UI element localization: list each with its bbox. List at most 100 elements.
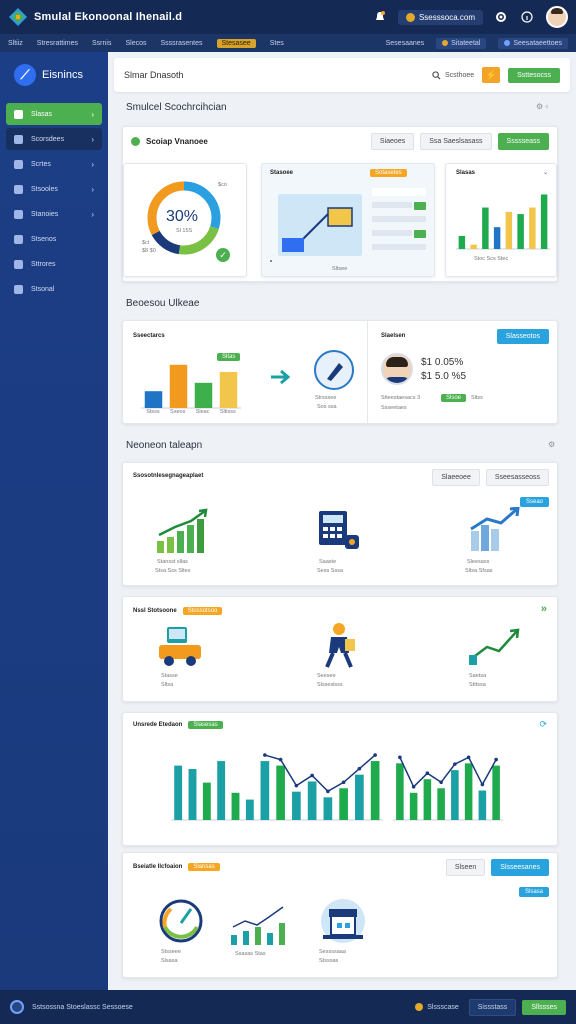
bar <box>478 790 487 820</box>
home-icon <box>14 109 23 119</box>
trend-point <box>326 789 330 794</box>
search-box[interactable]: Scsthoee <box>432 70 474 80</box>
chart-icon <box>14 159 23 169</box>
bar <box>307 781 317 820</box>
illustration-row <box>372 188 426 196</box>
insight-card: Bseiatle Ilcfoaion Slansas Slseen Slssee… <box>122 852 558 978</box>
item-title: Sessssaaa <box>319 949 346 955</box>
bar <box>202 782 211 820</box>
trend-point <box>357 766 362 771</box>
widget-title: Slasas <box>456 170 476 176</box>
stat-line: $1 0.05% <box>421 357 464 368</box>
user-pill[interactable]: Ssesssoca.com <box>397 9 483 25</box>
status-icon <box>131 137 140 146</box>
range-button[interactable]: Sseesasseoss <box>485 469 549 486</box>
header-action-button[interactable]: Ssttesocss <box>508 67 560 83</box>
info-icon[interactable] <box>519 9 535 25</box>
section-title: Neoneon taleapn <box>126 440 203 451</box>
sidebar-item[interactable]: Scorsdees › <box>6 128 102 150</box>
item-sub: Sess Sssa <box>317 568 343 574</box>
menu-item[interactable]: Slecos <box>125 40 146 47</box>
person-sub: Ssseetaes <box>381 405 407 411</box>
breadcrumb: Slmar Dnasoth <box>124 70 184 80</box>
chart-card: Unsrede Etedaon Slasesas ⟳ <box>122 712 558 846</box>
bar <box>169 364 188 408</box>
user-avatar[interactable] <box>546 6 568 28</box>
item-sub: Sltsa <box>161 682 174 688</box>
expand-icon[interactable]: » <box>541 603 547 615</box>
bar <box>370 761 380 820</box>
footer-primary-button[interactable]: Sllssses <box>522 999 566 1015</box>
bell-icon[interactable] <box>372 9 388 25</box>
growth-bars-icon <box>157 508 208 553</box>
menu-right-item[interactable]: Sesesaanes <box>386 40 425 47</box>
card-tag: Stossotsoo <box>182 607 223 615</box>
person-title: Slaelsen <box>381 333 406 339</box>
menu-item-highlighted[interactable]: Stesasee <box>216 38 256 48</box>
workspace-illustration <box>270 188 426 262</box>
trend-point <box>425 771 430 775</box>
small-action-button[interactable]: Sseao <box>519 497 549 507</box>
view-all-button[interactable]: Slsseesanes <box>491 859 549 876</box>
bar <box>505 211 513 249</box>
menu-right-pill[interactable]: Seesataeettoes <box>498 37 568 49</box>
sidebar-item[interactable]: Stsenos <box>6 228 102 250</box>
menu-item[interactable]: Ssssrasentes <box>160 40 202 47</box>
sidebar-item[interactable]: Sttrores <box>6 253 102 275</box>
sidebar-item-active[interactable]: Slasas › <box>6 103 102 125</box>
menu-item[interactable]: Stresrattimes <box>37 40 78 47</box>
mini-trend-chart <box>231 906 285 945</box>
card-title: Scoiap Vnanoee <box>146 137 208 146</box>
bar <box>451 770 459 820</box>
range-button[interactable]: Ssa Saeslsasass <box>420 133 492 150</box>
gear-icon <box>14 259 23 269</box>
tick-label: Sseos <box>170 409 186 415</box>
vehicle-icon <box>159 627 201 666</box>
chevron-right-icon: › <box>91 209 94 219</box>
filter-button[interactable]: Slseen <box>445 859 486 876</box>
menu-item[interactable]: Sltiiz <box>8 40 23 47</box>
item-sub: Slsseslsss <box>317 682 343 688</box>
bar <box>188 769 197 820</box>
small-action-button[interactable]: Slsasa <box>518 887 549 897</box>
illustration-row <box>372 244 426 250</box>
menu-item[interactable]: Ssrnis <box>92 40 111 47</box>
sidebar-item-label: Sttrores <box>31 260 56 268</box>
bar <box>292 791 301 820</box>
illustration-box <box>282 238 304 252</box>
footer-item[interactable]: Slssscase <box>415 1003 459 1011</box>
sidebar-item[interactable]: Stanoies › <box>6 203 102 225</box>
settings-icon[interactable]: ⚙ <box>548 440 555 449</box>
filter-button[interactable]: Siaeoes <box>370 133 415 150</box>
item-sub: Sltsa Sfsas <box>465 568 493 574</box>
sidebar-item[interactable]: Stsooles › <box>6 178 102 200</box>
chevron-down-icon[interactable]: ⌄ <box>543 169 548 176</box>
app-logo-icon <box>9 8 27 26</box>
bar-chart <box>456 194 550 250</box>
menu-right-pill[interactable]: Sitateetal <box>436 37 487 49</box>
filter-button[interactable]: Slaeeoee <box>432 469 480 486</box>
item-title: Saaste <box>319 559 337 565</box>
sidebar-item[interactable]: Stsonal <box>6 278 102 300</box>
section-options-icon[interactable]: ⚙ ▫ <box>536 102 548 111</box>
bar <box>409 792 418 820</box>
trend-point <box>453 762 457 766</box>
export-button[interactable]: Ssssseass <box>497 133 549 150</box>
view-details-button[interactable]: Slasseotos <box>496 329 549 344</box>
footer-button[interactable]: Sissstass <box>468 998 517 1016</box>
refresh-icon[interactable]: ⟳ <box>539 719 547 730</box>
bar <box>540 194 548 249</box>
donut-sub: Sl 15S <box>176 228 193 234</box>
menu-item[interactable]: Stes <box>270 40 284 47</box>
worker-icon <box>325 623 355 668</box>
sidebar-item-label: Stsonal <box>31 285 55 293</box>
settings-icon[interactable] <box>493 9 509 25</box>
chevron-right-icon: › <box>91 184 94 194</box>
tick-label: Sleac <box>195 409 210 415</box>
sidebar-item[interactable]: Scrtes › <box>6 153 102 175</box>
item-sub: Slsasa <box>161 958 178 964</box>
filter-icon[interactable]: ⚡ <box>482 67 501 83</box>
menu-bar: Sltiiz Stresrattimes Ssrnis Slecos Ssssr… <box>0 34 576 52</box>
calculator-icon <box>319 511 359 549</box>
donut-label-bottom: $8 $0 <box>142 248 156 254</box>
